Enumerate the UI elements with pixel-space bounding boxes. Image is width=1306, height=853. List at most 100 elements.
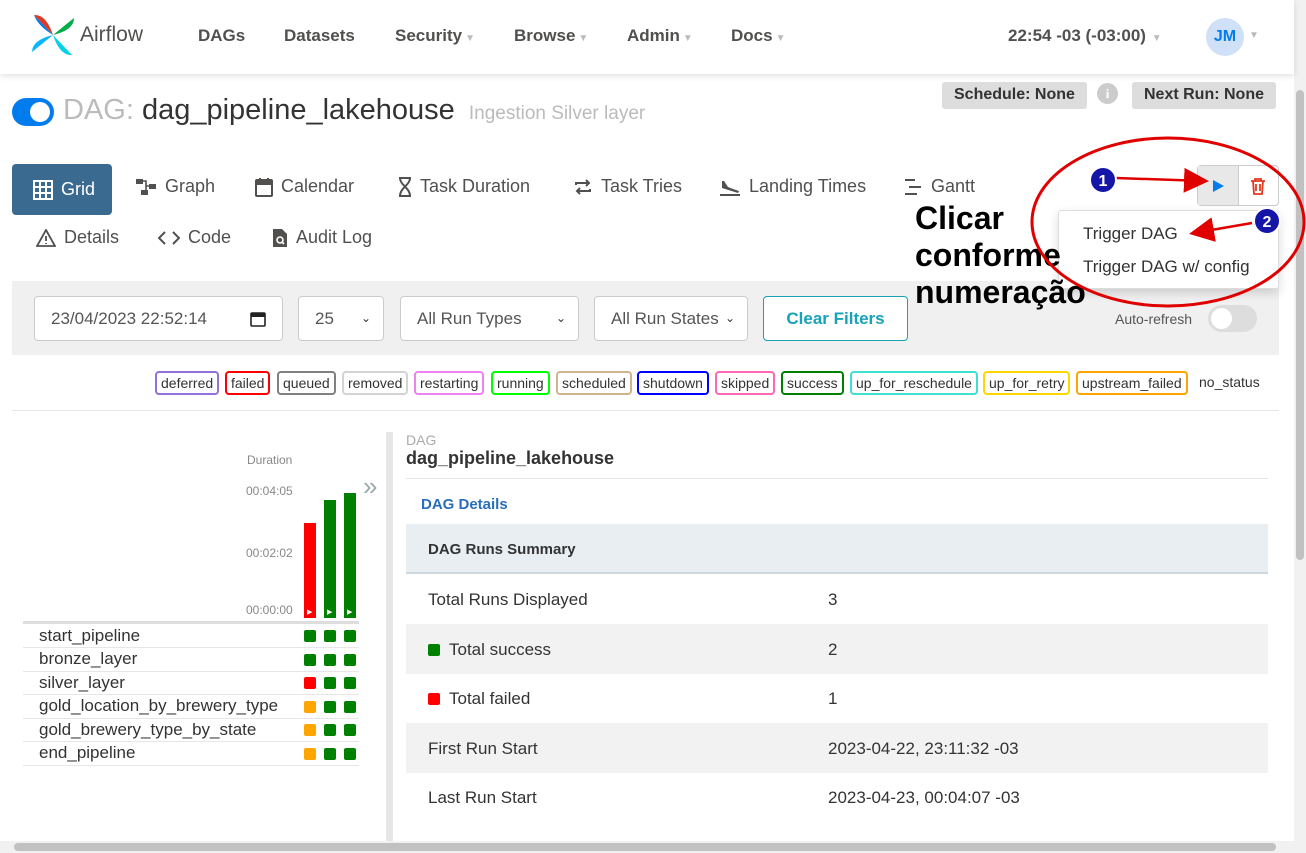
task-instance-square[interactable]	[344, 724, 356, 736]
task-instance-square[interactable]	[304, 747, 316, 760]
summary-value: 2023-04-23, 00:04:07 -03	[828, 788, 1020, 808]
collapse-panel-icon[interactable]: »	[363, 471, 377, 502]
legend-up-for-retry[interactable]: up_for_retry	[983, 371, 1071, 395]
task-instance-square[interactable]	[344, 630, 356, 642]
run-duration-bar[interactable]: ▶	[304, 523, 316, 618]
task-instance-square[interactable]	[324, 700, 336, 713]
base-date-input[interactable]: 23/04/2023 22:52:14	[34, 296, 283, 341]
task-row[interactable]: bronze_layer	[23, 648, 359, 672]
annotation-arrow-1	[1115, 167, 1209, 193]
task-instance-square[interactable]	[344, 653, 356, 666]
task-row[interactable]: end_pipeline	[23, 742, 359, 766]
tab-label: Calendar	[281, 176, 355, 196]
delete-dag-button[interactable]	[1239, 166, 1279, 205]
auto-refresh-label: Auto-refresh	[1115, 311, 1193, 327]
tab-gantt[interactable]: Gantt	[903, 176, 975, 197]
tab-graph[interactable]: Graph	[135, 176, 215, 197]
nav-item-dags[interactable]: DAGs	[198, 26, 245, 46]
task-row[interactable]: gold_brewery_type_by_state	[23, 718, 359, 742]
task-instance-square[interactable]	[304, 700, 316, 713]
legend-success[interactable]: success	[781, 371, 844, 395]
panel-splitter[interactable]	[386, 432, 393, 841]
annotation-line: numeração	[915, 274, 1086, 310]
info-icon[interactable]: i	[1097, 83, 1118, 104]
vertical-scrollbar-thumb[interactable]	[1296, 90, 1304, 560]
tab-audit-log[interactable]: Audit Log	[272, 227, 372, 248]
task-instance-square[interactable]	[344, 677, 356, 689]
task-instance-square[interactable]	[324, 747, 336, 760]
tab-label: Code	[188, 227, 232, 247]
task-name: silver_layer	[39, 672, 125, 692]
legend-running[interactable]: running	[491, 371, 550, 395]
summary-row: Total success 2	[406, 623, 1268, 674]
task-row[interactable]: start_pipeline	[23, 624, 359, 648]
status-dot	[428, 693, 440, 706]
avatar[interactable]: JM	[1206, 18, 1244, 56]
task-row[interactable]: silver_layer	[23, 671, 359, 695]
nav-item-admin[interactable]: Admin ▼	[627, 26, 693, 46]
legend-scheduled[interactable]: scheduled	[556, 371, 632, 395]
task-name: end_pipeline	[39, 743, 136, 762]
divider	[406, 478, 1268, 479]
auto-refresh-toggle[interactable]	[1208, 305, 1257, 332]
num-runs-select[interactable]: 25 ⌄	[298, 296, 384, 341]
tab-grid[interactable]: Grid	[12, 164, 112, 215]
toggle-knob	[1211, 308, 1232, 329]
legend-shutdown[interactable]: shutdown	[637, 371, 709, 395]
legend-restarting[interactable]: restarting	[414, 371, 485, 395]
legend-up-for-reschedule[interactable]: up_for_reschedule	[850, 371, 978, 395]
tab-landing-times[interactable]: Landing Times	[719, 176, 866, 197]
legend-queued[interactable]: queued	[277, 371, 336, 395]
task-instance-square[interactable]	[324, 630, 336, 642]
legend-deferred[interactable]: deferred	[155, 371, 220, 395]
summary-key: Last Run Start	[428, 788, 537, 808]
tab-calendar[interactable]: Calendar	[255, 176, 354, 197]
run-state-select[interactable]: All Run States ⌄	[594, 296, 748, 341]
play-icon	[1212, 179, 1224, 192]
tab-task-duration[interactable]: Task Duration	[398, 176, 530, 197]
legend-failed[interactable]: failed	[225, 371, 271, 395]
nav-item-datasets[interactable]: Datasets	[284, 26, 355, 46]
run-state-value: All Run States	[611, 308, 719, 328]
task-instance-square[interactable]	[304, 724, 316, 736]
airflow-logo[interactable]: Airflow	[30, 12, 143, 58]
clock[interactable]: 22:54 -03 (-03:00) ▼	[1008, 26, 1162, 46]
task-instance-square[interactable]	[344, 700, 356, 713]
dag-pause-toggle[interactable]	[12, 98, 54, 126]
nav-item-browse[interactable]: Browse ▼	[514, 26, 588, 46]
menu-item-trigger-dag[interactable]: Trigger DAG	[1083, 224, 1178, 244]
task-instance-square[interactable]	[304, 630, 316, 642]
nav-item-docs[interactable]: Docs ▼	[731, 26, 785, 46]
run-duration-bar[interactable]: ▶	[324, 500, 336, 618]
task-instance-square[interactable]	[304, 677, 316, 689]
nav-item-security[interactable]: Security ▼	[395, 26, 475, 46]
menu-item-trigger-dag-config[interactable]: Trigger DAG w/ config	[1083, 257, 1250, 277]
duration-bars: ▶ ▶ ▶	[300, 490, 360, 618]
tab-task-tries[interactable]: Task Tries	[573, 176, 682, 197]
task-instance-square[interactable]	[344, 747, 356, 760]
dag-details-link[interactable]: DAG Details	[421, 496, 508, 513]
chevron-down-icon: ▼	[1148, 33, 1162, 44]
nav-item-label: Security	[395, 26, 463, 45]
tab-code[interactable]: Code	[158, 227, 231, 248]
task-instance-square[interactable]	[304, 653, 316, 666]
task-instance-square[interactable]	[324, 677, 336, 689]
task-row[interactable]: gold_location_by_brewery_type	[23, 695, 359, 719]
run-duration-bar[interactable]: ▶	[344, 493, 356, 618]
legend-upstream-failed[interactable]: upstream_failed	[1076, 371, 1188, 395]
tab-details[interactable]: Details	[36, 227, 119, 248]
task-instance-square[interactable]	[324, 653, 336, 666]
run-type-select[interactable]: All Run Types ⌄	[400, 296, 579, 341]
legend-removed[interactable]: removed	[342, 371, 409, 395]
trigger-dag-button[interactable]	[1198, 166, 1239, 205]
clear-filters-button[interactable]: Clear Filters	[763, 296, 908, 341]
annotation-marker-1	[1089, 166, 1117, 194]
y-tick: 00:00:00	[246, 603, 293, 617]
horizontal-scrollbar-thumb[interactable]	[14, 843, 1276, 851]
summary-row: First Run Start 2023-04-22, 23:11:32 -03	[406, 722, 1268, 773]
summary-value: 2	[828, 639, 838, 659]
annotation-line: conforme	[915, 237, 1061, 273]
task-instance-square[interactable]	[324, 724, 336, 736]
summary-header: DAG Runs Summary	[406, 524, 1268, 574]
legend-skipped[interactable]: skipped	[715, 371, 776, 395]
